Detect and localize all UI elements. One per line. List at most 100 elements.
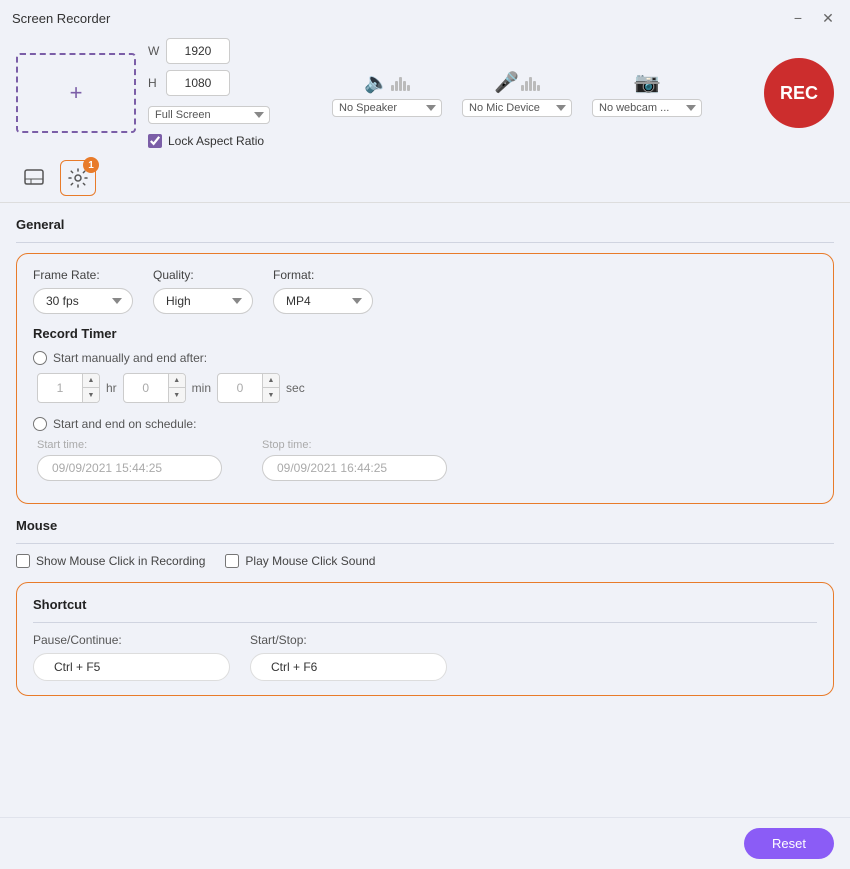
screen-layout-button[interactable] [16, 160, 52, 196]
screen-preview[interactable]: + [16, 53, 136, 133]
show-click-checkbox[interactable] [16, 554, 30, 568]
general-settings-row: Frame Rate: 30 fps 60 fps 15 fps Quality… [33, 268, 817, 314]
start-stop-input[interactable] [250, 653, 447, 681]
width-label: W [148, 44, 162, 58]
mic-icon-row: 🎤 [494, 70, 540, 95]
quality-field: Quality: High Medium Low [153, 268, 253, 314]
hr-input-group: ▲ ▼ [37, 373, 100, 403]
height-input[interactable] [166, 70, 230, 96]
bar4 [403, 81, 406, 91]
frame-rate-field: Frame Rate: 30 fps 60 fps 15 fps [33, 268, 133, 314]
mic-device: 🎤 No Mic Device [462, 70, 572, 117]
bar5 [537, 85, 540, 91]
hr-up-button[interactable]: ▲ [83, 374, 99, 388]
mic-icon: 🎤 [494, 70, 519, 95]
speaker-select[interactable]: No Speaker [332, 99, 442, 117]
hr-spinner: ▲ ▼ [82, 374, 99, 402]
start-time-field: Start time: [37, 439, 222, 481]
start-time-label: Start time: [37, 439, 222, 451]
screen-type-select[interactable]: Full Screen Custom [148, 106, 270, 124]
settings-badge: 1 [83, 157, 99, 173]
frame-rate-select[interactable]: 30 fps 60 fps 15 fps [33, 288, 133, 314]
speaker-bars [391, 73, 410, 91]
format-select[interactable]: MP4 AVI MOV GIF [273, 288, 373, 314]
sec-spinner: ▲ ▼ [262, 374, 279, 402]
show-click-row: Show Mouse Click in Recording [16, 554, 205, 568]
bar2 [395, 81, 398, 91]
min-up-button[interactable]: ▲ [169, 374, 185, 388]
show-click-label: Show Mouse Click in Recording [36, 554, 205, 568]
bar4 [533, 81, 536, 91]
top-bar: + W H Full Screen Custom Lock Aspect Rat… [0, 32, 850, 158]
start-stop-field: Start/Stop: [250, 633, 447, 681]
hr-label: hr [106, 381, 117, 395]
pause-field: Pause/Continue: [33, 633, 230, 681]
min-input[interactable] [124, 374, 168, 402]
manual-radio-row: Start manually and end after: [33, 351, 817, 365]
mouse-row: Show Mouse Click in Recording Play Mouse… [16, 554, 834, 568]
stop-time-input[interactable] [262, 455, 447, 481]
general-settings-card: Frame Rate: 30 fps 60 fps 15 fps Quality… [16, 253, 834, 504]
quality-label: Quality: [153, 268, 253, 282]
settings-button[interactable]: 1 [60, 160, 96, 196]
width-row: W [148, 38, 270, 64]
webcam-device: 📷 No webcam ... [592, 70, 702, 117]
quality-select[interactable]: High Medium Low [153, 288, 253, 314]
speaker-icon-row: 🔈 [364, 70, 410, 95]
frame-rate-label: Frame Rate: [33, 268, 133, 282]
sec-input[interactable] [218, 374, 262, 402]
reset-button[interactable]: Reset [744, 828, 834, 859]
lock-aspect-checkbox[interactable] [148, 134, 162, 148]
schedule-radio-label: Start and end on schedule: [53, 417, 196, 431]
bar1 [521, 85, 524, 91]
schedule-section: Start and end on schedule: Start time: S… [33, 417, 817, 481]
screen-dropdown-row: Full Screen Custom [148, 106, 270, 124]
manual-radio[interactable] [33, 351, 47, 365]
min-label: min [192, 381, 211, 395]
pause-input[interactable] [33, 653, 230, 681]
height-label: H [148, 76, 162, 90]
shortcut-title: Shortcut [33, 597, 817, 612]
schedule-radio[interactable] [33, 417, 47, 431]
mic-bars [521, 73, 540, 91]
sec-down-button[interactable]: ▼ [263, 388, 279, 402]
webcam-select[interactable]: No webcam ... [592, 99, 702, 117]
plus-icon: + [70, 80, 83, 106]
sec-label: sec [286, 381, 305, 395]
hr-down-button[interactable]: ▼ [83, 388, 99, 402]
mic-select[interactable]: No Mic Device [462, 99, 572, 117]
start-stop-label: Start/Stop: [250, 633, 447, 647]
shortcut-divider [33, 622, 817, 623]
stop-time-field: Stop time: [262, 439, 447, 481]
sec-up-button[interactable]: ▲ [263, 374, 279, 388]
app-title: Screen Recorder [12, 11, 110, 26]
mouse-divider [16, 543, 834, 544]
play-sound-checkbox[interactable] [225, 554, 239, 568]
title-bar: Screen Recorder − ✕ [0, 0, 850, 32]
minimize-button[interactable]: − [788, 8, 808, 28]
format-field: Format: MP4 AVI MOV GIF [273, 268, 373, 314]
close-button[interactable]: ✕ [818, 8, 838, 28]
bottom-bar: Reset [0, 817, 850, 869]
shortcut-card: Shortcut Pause/Continue: Start/Stop: [16, 582, 834, 696]
screen-layout-icon [24, 169, 44, 187]
format-label: Format: [273, 268, 373, 282]
hr-input[interactable] [38, 374, 82, 402]
min-down-button[interactable]: ▼ [169, 388, 185, 402]
bar3 [529, 77, 532, 91]
rec-button[interactable]: REC [764, 58, 834, 128]
lock-aspect-label: Lock Aspect Ratio [168, 134, 264, 148]
record-timer-title: Record Timer [33, 326, 817, 341]
width-input[interactable] [166, 38, 230, 64]
sec-input-group: ▲ ▼ [217, 373, 280, 403]
webcam-icon: 📷 [635, 70, 660, 95]
shortcut-row: Pause/Continue: Start/Stop: [33, 633, 817, 681]
pause-label: Pause/Continue: [33, 633, 230, 647]
play-sound-label: Play Mouse Click Sound [245, 554, 375, 568]
min-input-group: ▲ ▼ [123, 373, 186, 403]
bar2 [525, 81, 528, 91]
mouse-section-title: Mouse [16, 518, 834, 533]
start-time-input[interactable] [37, 455, 222, 481]
bar1 [391, 85, 394, 91]
dimensions-area: W H Full Screen Custom Lock Aspect Ratio [148, 38, 270, 148]
